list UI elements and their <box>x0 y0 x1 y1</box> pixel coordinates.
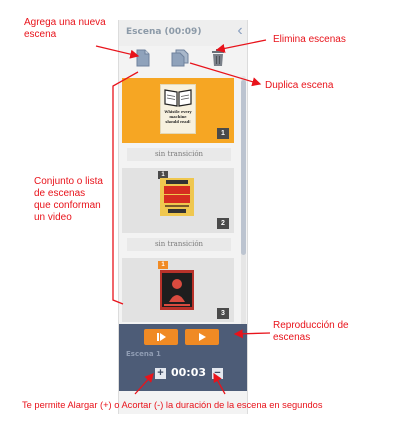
annotation-add-scene: Agrega una nueva escena <box>24 17 106 41</box>
annotation-line: escenas <box>273 332 311 343</box>
annotation-line: un video <box>34 212 72 223</box>
annotation-line: de escenas <box>34 188 86 199</box>
annotation-line: que conforman <box>34 200 101 211</box>
annotation-scene-list: Conjunto o lista de escenas que conforma… <box>34 176 103 224</box>
arrow-add-scene <box>95 45 140 59</box>
annotation-playback: Reproducción de escenas <box>273 320 349 344</box>
annotation-line: Conjunto o lista <box>34 176 103 187</box>
annotation-duplicate-scene: Duplica escena <box>265 80 334 91</box>
annotation-line: Reproducción de <box>273 320 349 331</box>
arrow-playback <box>233 329 271 339</box>
annotation-duration-note: Te permite Alargar (+) o Acortar (-) la … <box>22 400 323 410</box>
annotation-line: escena <box>24 29 57 40</box>
arrow-increase-duration <box>134 373 154 395</box>
arrow-delete-scenes <box>215 39 267 53</box>
arrow-decrease-duration <box>213 372 226 395</box>
bracket-scene-list <box>112 71 139 305</box>
annotation-delete-scenes: Elimina escenas <box>273 34 346 45</box>
annotation-line: Agrega una nueva <box>24 17 106 28</box>
arrow-duplicate-scene <box>189 62 262 87</box>
